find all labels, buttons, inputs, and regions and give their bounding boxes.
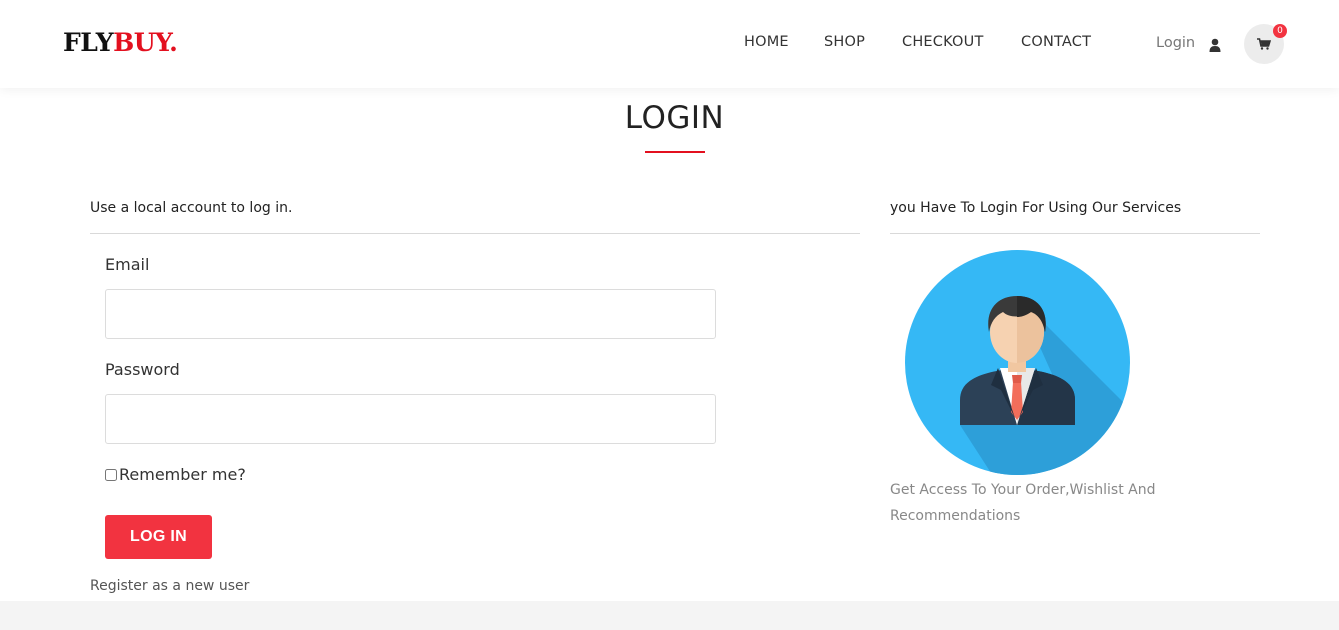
nav-item-checkout[interactable]: CHECKOUT xyxy=(902,34,984,50)
user-icon[interactable] xyxy=(1209,37,1221,52)
login-form-divider xyxy=(90,233,860,234)
password-field[interactable] xyxy=(105,394,716,444)
side-panel-description: Get Access To Your Order,Wishlist And Re… xyxy=(890,482,1156,524)
footer-band xyxy=(0,601,1339,630)
title-underline xyxy=(645,151,705,153)
login-form-heading: Use a local account to log in. xyxy=(90,200,293,216)
brand-logo[interactable]: FLYBUY. xyxy=(63,27,178,59)
password-label: Password xyxy=(105,360,180,379)
user-avatar-illustration xyxy=(905,250,1130,475)
side-panel-heading: you Have To Login For Using Our Services xyxy=(890,200,1182,216)
email-label: Email xyxy=(105,255,150,274)
nav-item-shop[interactable]: SHOP xyxy=(824,34,865,50)
brand-logo-dot: . xyxy=(169,28,178,57)
header-login-link[interactable]: Login xyxy=(1156,35,1195,51)
register-link[interactable]: Register as a new user xyxy=(90,578,249,594)
nav-item-contact[interactable]: CONTACT xyxy=(1021,34,1091,50)
brand-logo-part1: FLY xyxy=(63,28,114,57)
cart-icon xyxy=(1257,38,1271,50)
site-header: FLYBUY. HOME SHOP CHECKOUT CONTACT Login… xyxy=(0,0,1339,88)
nav-item-home[interactable]: HOME xyxy=(744,34,789,50)
brand-logo-part2: BUY xyxy=(113,28,170,57)
remember-me-checkbox[interactable] xyxy=(105,469,117,481)
cart-count-badge: 0 xyxy=(1273,24,1287,38)
remember-me: Remember me? xyxy=(105,465,246,484)
side-panel-divider xyxy=(890,233,1260,234)
page-title: LOGIN xyxy=(624,100,725,136)
login-button[interactable]: LOG IN xyxy=(105,515,212,559)
email-field[interactable] xyxy=(105,289,716,339)
remember-me-label[interactable]: Remember me? xyxy=(119,465,246,484)
